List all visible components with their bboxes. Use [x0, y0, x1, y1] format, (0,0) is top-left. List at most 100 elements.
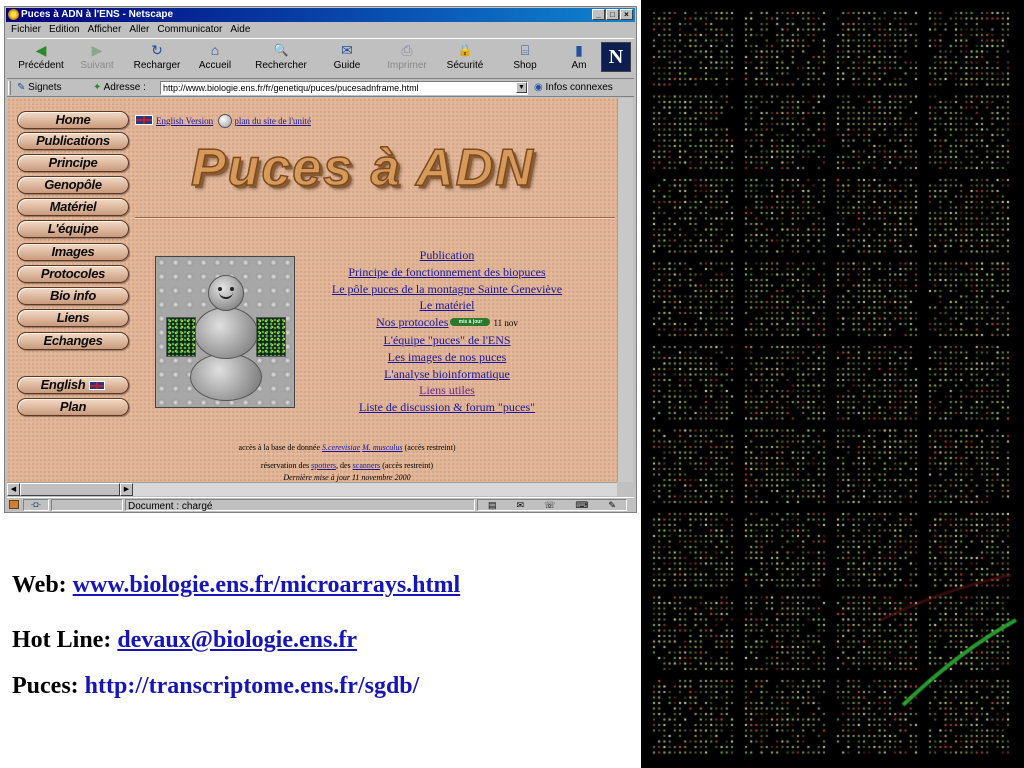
page-proxy-icon[interactable]: ✦	[93, 82, 104, 93]
back-button[interactable]: ◀ Précédent	[13, 41, 69, 71]
link-bioinformatique[interactable]: L'analyse bioinformatique	[297, 366, 597, 383]
menu-communicator[interactable]: Communicator	[157, 23, 222, 37]
link-images[interactable]: Les images de nos puces	[297, 349, 597, 366]
web-line: Web: www.biologie.ens.fr/microarrays.htm…	[12, 572, 460, 599]
bookmark-icon: ▮	[575, 42, 583, 58]
menu-afficher[interactable]: Afficher	[88, 23, 122, 37]
maximize-button[interactable]: □	[606, 9, 619, 20]
microarray-scan-image	[641, 0, 1024, 768]
security-button[interactable]: 🔒 Sécurité	[437, 41, 493, 71]
toolbar-grip[interactable]	[8, 81, 11, 95]
last-updated-text: Dernière mise à jour 11 novembre 2000	[283, 473, 411, 482]
horizontal-rule	[135, 217, 615, 219]
shop-button-label: Shop	[513, 60, 537, 71]
print-button[interactable]: ⎙ Imprimer	[379, 41, 435, 71]
link-publication[interactable]: Publication	[297, 247, 597, 264]
english-version-link[interactable]: English Version	[156, 116, 213, 126]
close-button[interactable]: ×	[620, 9, 633, 20]
nav-publications[interactable]: Publications	[17, 132, 129, 150]
home-button[interactable]: ⌂ Accueil	[187, 41, 243, 71]
nav-materiel[interactable]: Matériel	[17, 198, 129, 216]
menu-fichier[interactable]: Fichier	[11, 23, 41, 37]
microarray-sheet-left	[166, 317, 196, 357]
address-label: ✦ Adresse :	[93, 82, 146, 93]
horizontal-scrollbar[interactable]: ◀ ▶	[7, 482, 617, 496]
link-principe[interactable]: Principe de fonctionnement des biopuces	[297, 264, 597, 281]
navigator-icon[interactable]: ▤	[488, 500, 497, 510]
shop-button[interactable]: ⌸ Shop	[497, 41, 553, 71]
search-button-label: Rechercher	[255, 60, 307, 71]
nav-echanges[interactable]: Echanges	[17, 332, 129, 350]
minimize-button[interactable]: _	[592, 9, 605, 20]
back-button-label: Précédent	[18, 60, 64, 71]
menu-edition[interactable]: Edition	[49, 23, 80, 37]
nav-genopole[interactable]: Genopôle	[17, 176, 129, 194]
nav-plan[interactable]: Plan	[17, 398, 129, 416]
link-materiel[interactable]: Le matériel	[297, 297, 597, 314]
web-link[interactable]: www.biologie.ens.fr/microarrays.html	[73, 572, 461, 598]
nav-equipe[interactable]: L'équipe	[17, 220, 129, 238]
netscape-window: Puces à ADN à l'ENS - Netscape _ □ × Fic…	[4, 6, 637, 513]
component-bar: ▤ ✉ ☏ ⌨ ✎	[477, 499, 627, 511]
vertical-scrollbar[interactable]	[617, 98, 633, 482]
menu-aller[interactable]: Aller	[129, 23, 149, 37]
link-scanners[interactable]: scanners	[353, 461, 381, 470]
guide-button[interactable]: ✉ Guide	[319, 41, 375, 71]
new-date: 11 nov	[493, 318, 518, 329]
scroll-left-button[interactable]: ◀	[7, 483, 20, 496]
hotline-email-link[interactable]: devaux@biologie.ens.fr	[117, 627, 357, 653]
puces-label: Puces:	[12, 673, 79, 699]
link-forum[interactable]: Liste de discussion & forum "puces"	[297, 399, 597, 416]
link-protocoles[interactable]: Nos protocoles	[376, 315, 448, 329]
lock-icon: 🔒	[457, 43, 473, 57]
url-input[interactable]: http://www.biologie.ens.fr/fr/genetiqu/p…	[160, 81, 528, 95]
new-badge: mis à jour	[450, 318, 491, 327]
back-arrow-icon: ◀	[35, 42, 47, 58]
bookmarks-icon: ✎	[17, 82, 29, 93]
status-message: Document : chargé	[125, 499, 475, 512]
link-equipe[interactable]: L'équipe "puces" de l'ENS	[297, 332, 597, 349]
guide-button-label: Guide	[333, 60, 361, 71]
netscape-logo[interactable]: N	[601, 42, 631, 72]
db-prefix: accès à la base de donnée	[238, 443, 321, 452]
nav-bio-info[interactable]: Bio info	[17, 287, 129, 305]
res-suffix: (accès restreint)	[382, 461, 434, 470]
nav-protocoles[interactable]: Protocoles	[17, 265, 129, 283]
print-icon: ⎙	[401, 42, 413, 58]
discussion-icon[interactable]: ☏	[544, 500, 555, 510]
reload-button[interactable]: ↻ Recharger	[125, 41, 189, 71]
security-status-icon[interactable]	[9, 500, 19, 509]
mail-icon[interactable]: ✉	[517, 500, 525, 510]
site-map-link[interactable]: plan du site de l'unité	[234, 116, 311, 126]
search-button[interactable]: 🔍 Rechercher	[247, 41, 315, 71]
address-label-text: Adresse :	[103, 82, 146, 93]
link-mmusculus[interactable]: M. musculus	[362, 443, 402, 452]
url-dropdown-button[interactable]: ▼	[516, 82, 527, 93]
link-pole-puces[interactable]: Le pôle puces de la montagne Sainte Gene…	[297, 281, 597, 298]
menu-aide[interactable]: Aide	[230, 23, 250, 37]
nav-images[interactable]: Images	[17, 243, 129, 261]
bookmark-button[interactable]: ▮ Am	[559, 41, 599, 71]
page-title: Puces à ADN	[190, 138, 535, 198]
related-links-button[interactable]: ◉ Infos connexes	[534, 82, 613, 93]
scroll-thumb[interactable]	[20, 483, 120, 496]
nav-english[interactable]: English	[17, 376, 129, 394]
nav-principe[interactable]: Principe	[17, 154, 129, 172]
puces-link[interactable]: http://transcriptome.ens.fr/sgdb/	[85, 673, 420, 699]
forward-arrow-icon: ▶	[91, 42, 103, 58]
scroll-right-button[interactable]: ▶	[120, 483, 133, 496]
title-bar[interactable]: Puces à ADN à l'ENS - Netscape _ □ ×	[6, 8, 635, 22]
composer-edit-icon[interactable]: ✎	[608, 500, 616, 510]
link-scerevisiae[interactable]: S.cerevisiae	[322, 443, 360, 452]
nav-liens[interactable]: Liens	[17, 309, 129, 327]
related-links-label: Infos connexes	[545, 82, 613, 93]
composer-icon[interactable]: ⌨	[575, 500, 588, 510]
nav-english-label: English	[40, 377, 86, 392]
forward-button[interactable]: ▶ Suivant	[69, 41, 125, 71]
link-spotters[interactable]: spotters	[311, 461, 336, 470]
nav-home[interactable]: Home	[17, 111, 129, 129]
link-liens-utiles[interactable]: Liens utiles	[297, 382, 597, 399]
bookmarks-button[interactable]: ✎ Signets	[17, 82, 62, 93]
guide-icon: ✉	[341, 42, 353, 58]
top-links: English Version plan du site de l'unité	[135, 114, 311, 128]
